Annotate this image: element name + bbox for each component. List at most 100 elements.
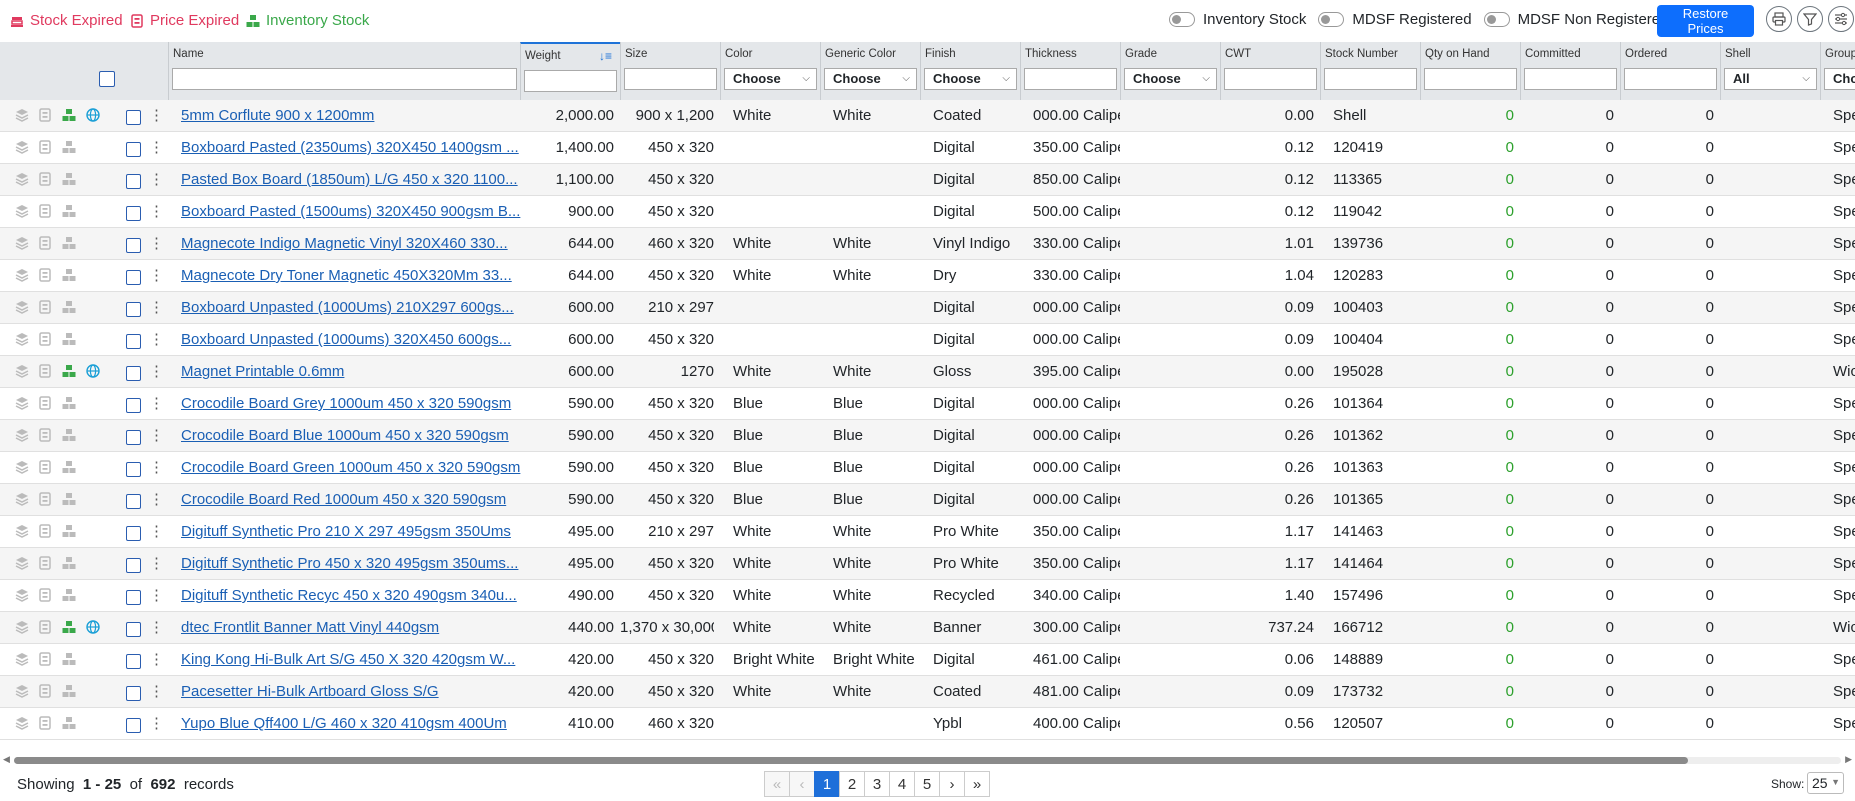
table-row[interactable]: ⋮ Magnecote Dry Toner Magnetic 450X320Mm …: [0, 260, 1855, 292]
select-all-checkbox[interactable]: [99, 71, 115, 87]
cell-name[interactable]: Magnecote Dry Toner Magnetic 450X320Mm 3…: [181, 260, 521, 292]
row-checkbox[interactable]: [126, 430, 141, 445]
row-menu-icon[interactable]: ⋮: [149, 164, 164, 196]
row-checkbox[interactable]: [126, 622, 141, 637]
column-header-stock-number[interactable]: Stock Number: [1320, 42, 1420, 100]
filter-select-color[interactable]: Choose ⌵: [724, 68, 817, 90]
cell-name[interactable]: Digituff Synthetic Pro 450 x 320 495gsm …: [181, 548, 521, 580]
scroll-left-icon[interactable]: ◀: [3, 754, 10, 765]
row-checkbox[interactable]: [126, 110, 141, 125]
page-button[interactable]: 3: [864, 771, 890, 797]
column-title[interactable]: Ordered: [1625, 48, 1667, 60]
cell-name[interactable]: Magnet Printable 0.6mm: [181, 356, 521, 388]
filter-select-grade[interactable]: Choose ⌵: [1124, 68, 1217, 90]
row-menu-icon[interactable]: ⋮: [149, 100, 164, 132]
column-header-color[interactable]: Color Choose ⌵: [720, 42, 820, 100]
next-page-icon[interactable]: ›: [939, 771, 965, 797]
row-checkbox[interactable]: [126, 334, 141, 349]
cell-name[interactable]: Crocodile Board Blue 1000um 450 x 320 59…: [181, 420, 521, 452]
row-menu-icon[interactable]: ⋮: [149, 196, 164, 228]
row-checkbox[interactable]: [126, 590, 141, 605]
column-title[interactable]: Qty on Hand: [1425, 48, 1490, 60]
cell-name[interactable]: Boxboard Unpasted (1000Ums) 210X297 600g…: [181, 292, 521, 324]
table-row[interactable]: ⋮ Pasted Box Board (1850um) L/G 450 x 320…: [0, 164, 1855, 196]
row-menu-icon[interactable]: ⋮: [149, 612, 164, 644]
page-button[interactable]: 1: [814, 771, 840, 797]
column-header-cwt[interactable]: CWT: [1220, 42, 1320, 100]
row-menu-icon[interactable]: ⋮: [149, 356, 164, 388]
cell-name[interactable]: 5mm Corflute 900 x 1200mm: [181, 100, 521, 132]
table-row[interactable]: ⋮ Crocodile Board Grey 1000um 450 x 320 5…: [0, 388, 1855, 420]
column-header-name[interactable]: Name: [168, 42, 520, 100]
row-checkbox[interactable]: [126, 494, 141, 509]
row-checkbox[interactable]: [126, 686, 141, 701]
filter-input-thickness[interactable]: [1024, 68, 1117, 90]
column-header-size[interactable]: Size: [620, 42, 720, 100]
column-title[interactable]: Size: [625, 48, 647, 60]
cell-name[interactable]: Digituff Synthetic Pro 210 X 297 495gsm …: [181, 516, 521, 548]
column-title[interactable]: Finish: [925, 48, 956, 60]
cell-name[interactable]: Boxboard Pasted (2350ums) 320X450 1400gs…: [181, 132, 521, 164]
cell-name[interactable]: Crocodile Board Green 1000um 450 x 320 5…: [181, 452, 521, 484]
table-row[interactable]: ⋮ Boxboard Unpasted (1000Ums) 210X297 600…: [0, 292, 1855, 324]
column-header-weight[interactable]: Weight ↓≡: [520, 42, 620, 100]
row-menu-icon[interactable]: ⋮: [149, 676, 164, 708]
column-title[interactable]: Shell: [1725, 48, 1751, 60]
column-header-generic-color[interactable]: Generic Color Choose ⌵: [820, 42, 920, 100]
column-header-group[interactable]: Group Cho⌵: [1820, 42, 1855, 100]
filter-input-name[interactable]: [172, 68, 517, 90]
row-checkbox[interactable]: [126, 558, 141, 573]
column-title[interactable]: Committed: [1525, 48, 1581, 60]
switch-icon[interactable]: [1318, 12, 1345, 27]
table-row[interactable]: ⋮ Boxboard Unpasted (1000ums) 320X450 600…: [0, 324, 1855, 356]
cell-name[interactable]: Crocodile Board Red 1000um 450 x 320 590…: [181, 484, 521, 516]
row-checkbox[interactable]: [126, 238, 141, 253]
column-header-committed[interactable]: Committed: [1520, 42, 1620, 100]
scroll-right-icon[interactable]: ▶: [1845, 754, 1852, 765]
filter-input-qty[interactable]: [1424, 68, 1517, 90]
table-row[interactable]: ⋮ Digituff Synthetic Recyc 450 x 320 490g…: [0, 580, 1855, 612]
table-row[interactable]: ⋮ Digituff Synthetic Pro 210 X 297 495gsm…: [0, 516, 1855, 548]
row-checkbox[interactable]: [126, 270, 141, 285]
table-row[interactable]: ⋮ Boxboard Pasted (2350ums) 320X450 1400g…: [0, 132, 1855, 164]
row-menu-icon[interactable]: ⋮: [149, 516, 164, 548]
row-menu-icon[interactable]: ⋮: [149, 708, 164, 740]
page-button[interactable]: 4: [889, 771, 915, 797]
table-row[interactable]: ⋮ Magnet Printable 0.6mm 600.00 1270 White Wh…: [0, 356, 1855, 388]
row-menu-icon[interactable]: ⋮: [149, 228, 164, 260]
cell-name[interactable]: Yupo Blue Qff400 L/G 460 x 320 410gsm 40…: [181, 708, 521, 740]
table-row[interactable]: ⋮ dtec Frontlit Banner Matt Vinyl 440gsm 4…: [0, 612, 1855, 644]
table-row[interactable]: ⋮ Magnecote Indigo Magnetic Vinyl 320X460…: [0, 228, 1855, 260]
column-title[interactable]: Generic Color: [825, 48, 896, 60]
column-title[interactable]: Stock Number: [1325, 48, 1398, 60]
column-header-qty[interactable]: Qty on Hand: [1420, 42, 1520, 100]
row-checkbox[interactable]: [126, 142, 141, 157]
cell-name[interactable]: Digituff Synthetic Recyc 450 x 320 490gs…: [181, 580, 521, 612]
row-checkbox[interactable]: [126, 206, 141, 221]
row-menu-icon[interactable]: ⋮: [149, 484, 164, 516]
row-menu-icon[interactable]: ⋮: [149, 452, 164, 484]
row-checkbox[interactable]: [126, 302, 141, 317]
row-checkbox[interactable]: [126, 718, 141, 733]
cell-name[interactable]: dtec Frontlit Banner Matt Vinyl 440gsm: [181, 612, 521, 644]
column-title[interactable]: Weight: [525, 50, 561, 62]
sort-desc-icon[interactable]: ↓≡: [599, 49, 612, 63]
column-title[interactable]: Grade: [1125, 48, 1157, 60]
restore-prices-button[interactable]: Restore Prices: [1657, 5, 1754, 37]
last-page-icon[interactable]: »: [964, 771, 990, 797]
row-menu-icon[interactable]: ⋮: [149, 292, 164, 324]
column-title[interactable]: Group: [1825, 48, 1855, 60]
toggle-inventory-stock[interactable]: Inventory Stock: [1169, 11, 1306, 28]
filter-input-stock-number[interactable]: [1324, 68, 1417, 90]
filter-input-size[interactable]: [624, 68, 717, 90]
horizontal-scrollbar[interactable]: ◀ ▶: [0, 754, 1855, 766]
filter-select-finish[interactable]: Choose ⌵: [924, 68, 1017, 90]
switch-icon[interactable]: [1169, 12, 1195, 27]
table-row[interactable]: ⋮ Pacesetter Hi-Bulk Artboard Gloss S/G 42…: [0, 676, 1855, 708]
table-row[interactable]: ⋮ Crocodile Board Red 1000um 450 x 320 59…: [0, 484, 1855, 516]
table-row[interactable]: ⋮ Boxboard Pasted (1500ums) 320X450 900gs…: [0, 196, 1855, 228]
column-title[interactable]: Color: [725, 48, 752, 60]
column-header-grade[interactable]: Grade Choose ⌵: [1120, 42, 1220, 100]
column-title[interactable]: Thickness: [1025, 48, 1077, 60]
switch-icon[interactable]: [1483, 12, 1510, 27]
